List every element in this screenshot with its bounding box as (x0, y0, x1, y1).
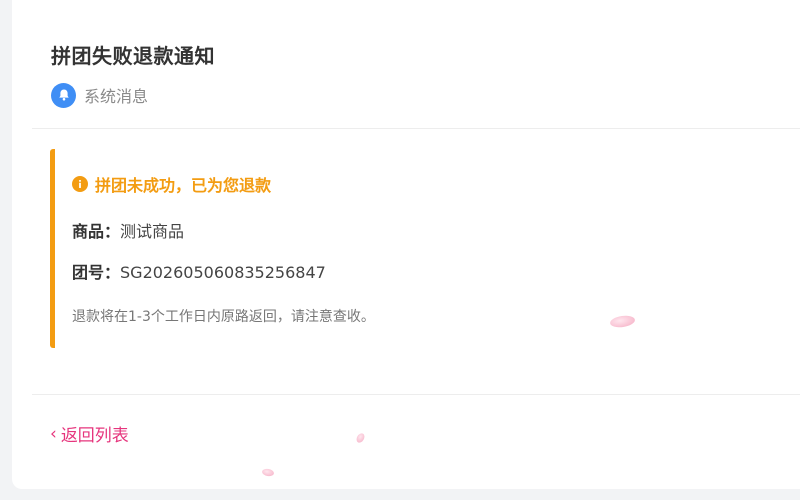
group-row: 团号： SG202605060835256847 (72, 259, 326, 283)
back-link-label: 返回列表 (60, 426, 129, 446)
divider (32, 128, 800, 129)
notice-heading: 拼团未成功，已为您退款 (95, 176, 272, 195)
bell-icon (51, 82, 76, 108)
chevron-left-icon: ‹ (50, 423, 57, 444)
goods-row: 商品： 测试商品 (72, 218, 184, 242)
info-icon (72, 176, 88, 192)
notice-header: 拼团未成功，已为您退款 (72, 172, 271, 196)
group-value: SG202605060835256847 (120, 263, 326, 282)
refund-description: 退款将在1-3个工作日内原路返回，请注意查收。 (72, 309, 375, 325)
message-source: 系统消息 (51, 82, 148, 108)
refund-notice: 拼团未成功，已为您退款 商品： 测试商品 团号： SG2026050608352… (50, 149, 800, 348)
goods-label: 商品： (72, 222, 121, 241)
notification-card: 拼团失败退款通知 系统消息 拼团未成功，已为您退款 商品： 测试商品 团号： S… (12, 0, 800, 489)
source-label: 系统消息 (84, 87, 149, 106)
divider (32, 394, 800, 395)
group-label: 团号： (72, 263, 121, 282)
goods-value: 测试商品 (120, 222, 185, 241)
page-title: 拼团失败退款通知 (51, 44, 215, 68)
back-to-list-link[interactable]: ‹ 返回列表 (50, 421, 129, 447)
